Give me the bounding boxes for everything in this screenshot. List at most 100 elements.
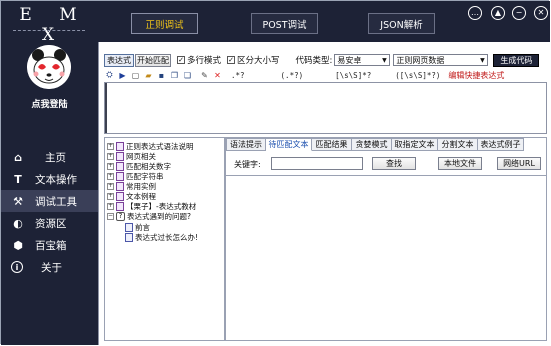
- avatar[interactable]: [27, 45, 71, 89]
- brand-logo: E M X: [19, 5, 88, 45]
- tab-syntax-hint[interactable]: 语法提示: [226, 138, 266, 151]
- expand-icon[interactable]: +: [107, 172, 114, 180]
- collapse-icon[interactable]: −: [107, 212, 114, 220]
- app-window: E M X 点我登陆 ⌂ 主页 T 文本操作 ⚒ 调试工具 ◐ 资源区 ⬢ 百宝…: [0, 0, 550, 345]
- keyword-input[interactable]: [271, 157, 363, 170]
- generate-code-button[interactable]: 生成代码: [493, 53, 540, 67]
- result-tabs: 语法提示 待匹配文本 匹配结果 贪婪模式 取指定文本 分割文本 表达式例子: [226, 138, 524, 151]
- tree-item[interactable]: + 【栗子】-表达式教材: [105, 201, 196, 211]
- sidebar-item-label: 百宝箱: [35, 239, 67, 252]
- local-file-button[interactable]: 本地文件: [438, 157, 482, 170]
- sidebar-item-toolbox[interactable]: ⬢ 百宝箱: [1, 234, 98, 256]
- quick-regex-1[interactable]: .*?: [231, 71, 245, 80]
- document-icon: [116, 141, 124, 151]
- tab-post-debug[interactable]: POST调试: [251, 13, 318, 34]
- sidebar-item-text[interactable]: T 文本操作: [1, 168, 98, 190]
- tab-json-parse[interactable]: JSON解析: [368, 13, 435, 34]
- delete-icon[interactable]: ✕: [212, 70, 223, 80]
- close-icon[interactable]: ✕: [534, 6, 548, 20]
- tab-greedy-mode[interactable]: 贪婪模式: [352, 138, 392, 151]
- multiline-label: 多行模式: [187, 56, 222, 66]
- sidebar-item-resources[interactable]: ◐ 资源区: [1, 212, 98, 234]
- save-icon[interactable]: ▪: [156, 70, 167, 80]
- expand-icon[interactable]: +: [107, 182, 114, 190]
- sidebar-item-about[interactable]: i 关于: [1, 256, 98, 278]
- brand-divider: [13, 30, 85, 31]
- settings-icon[interactable]: ⛭: [104, 70, 115, 80]
- info-icon: i: [11, 261, 23, 273]
- quick-regex-3[interactable]: [\s\S]*?: [335, 71, 371, 80]
- copy-icon[interactable]: ❐: [169, 70, 180, 80]
- run-icon[interactable]: ▶: [117, 70, 128, 80]
- tab-expression-examples[interactable]: 表达式例子: [478, 138, 524, 151]
- start-match-button[interactable]: 开始匹配: [135, 53, 171, 67]
- sidebar-item-label: 主页: [45, 151, 66, 164]
- minimize-icon[interactable]: −: [512, 6, 526, 20]
- tab-extract-text[interactable]: 取指定文本: [392, 138, 438, 151]
- case-sensitive-checkbox[interactable]: ✓ 区分大小写: [227, 54, 280, 66]
- tree-item[interactable]: + 常用实例: [105, 181, 156, 191]
- up-icon[interactable]: ▲: [491, 6, 505, 20]
- chat-icon[interactable]: …: [468, 6, 482, 20]
- tab-regex-debug[interactable]: 正则调试: [131, 13, 198, 34]
- sidebar: E M X 点我登陆 ⌂ 主页 T 文本操作 ⚒ 调试工具 ◐ 资源区 ⬢ 百宝…: [1, 1, 98, 345]
- code-type-label: 代码类型:: [295, 56, 333, 66]
- tree-item[interactable]: + 文本例程: [105, 191, 156, 201]
- clear-icon[interactable]: ✎: [199, 70, 210, 80]
- expand-icon[interactable]: +: [107, 202, 114, 210]
- expand-icon[interactable]: +: [107, 192, 114, 200]
- document-icon: [116, 191, 124, 201]
- expand-icon[interactable]: +: [107, 152, 114, 160]
- tab-match-result[interactable]: 匹配结果: [312, 138, 352, 151]
- sidebar-item-home[interactable]: ⌂ 主页: [1, 146, 98, 168]
- help-icon: ?: [116, 211, 125, 221]
- wrench-icon: ⚒: [13, 194, 23, 208]
- tab-split-text[interactable]: 分割文本: [438, 138, 478, 151]
- chevron-down-icon: ▼: [480, 56, 485, 64]
- tree-item[interactable]: + 匹配字符串: [105, 171, 164, 181]
- regex-editor[interactable]: [104, 82, 547, 134]
- document-icon: [116, 161, 124, 171]
- tree-item[interactable]: + 正则表达式语法说明: [105, 141, 194, 151]
- checkbox-check-icon: ✓: [177, 55, 185, 64]
- edit-shortcut-link[interactable]: 编辑快捷表达式: [448, 70, 504, 81]
- regex-source-select[interactable]: 正则网页数据 ▼: [393, 54, 489, 66]
- checkbox-check-icon: ✓: [227, 55, 236, 64]
- regex-source-value: 正则网页数据: [396, 55, 445, 65]
- find-button[interactable]: 查找: [372, 157, 416, 170]
- main-content: 表达式 开始匹配 ✓ 多行模式 ✓ 区分大小写 代码类型: 易安卓 ▼ 正则网页…: [98, 42, 550, 345]
- expression-button[interactable]: 表达式: [104, 53, 134, 67]
- top-bar: 正则调试 POST调试 JSON解析 … ▲ − ✕: [98, 1, 550, 42]
- expand-icon[interactable]: +: [107, 162, 114, 170]
- resource-icon: ◐: [13, 216, 23, 230]
- login-link[interactable]: 点我登陆: [1, 97, 98, 110]
- sidebar-item-label: 关于: [41, 261, 62, 274]
- chevron-down-icon: ▼: [382, 56, 387, 64]
- document-icon: [125, 232, 133, 242]
- tree-item[interactable]: + 匹配相关数字: [105, 161, 171, 171]
- web-url-button[interactable]: 网络URL: [497, 157, 541, 170]
- quick-regex-4[interactable]: ([\s\S]*?): [395, 71, 440, 80]
- new-file-icon[interactable]: ▢: [130, 70, 141, 80]
- code-type-select[interactable]: 易安卓 ▼: [334, 54, 391, 66]
- open-folder-icon[interactable]: ▰: [143, 70, 154, 80]
- tree-item[interactable]: 前言: [125, 222, 150, 232]
- text-icon: T: [14, 172, 22, 186]
- paste-icon[interactable]: ❏: [182, 70, 193, 80]
- document-icon: [116, 171, 124, 181]
- quick-regex-2[interactable]: (.*?): [281, 71, 304, 80]
- tree-item[interactable]: −? 表达式遇到的问题?: [105, 211, 191, 221]
- expand-icon[interactable]: +: [107, 142, 114, 150]
- example-tree[interactable]: + 正则表达式语法说明 + 网页相关 + 匹配相关数字 + 匹配字符串 + 常用实例 + 文…: [104, 137, 225, 341]
- tree-item[interactable]: 表达式过长怎么办!: [125, 232, 198, 242]
- tree-item[interactable]: + 网页相关: [105, 151, 156, 161]
- document-icon: [116, 151, 124, 161]
- text-to-match-area[interactable]: [226, 177, 546, 340]
- tree-item-label: 表达式遇到的问题?: [127, 211, 191, 221]
- tab-text-to-match[interactable]: 待匹配文本: [266, 138, 312, 151]
- multiline-checkbox[interactable]: ✓ 多行模式: [177, 54, 221, 66]
- keyword-label: 关键字:: [234, 160, 261, 169]
- home-icon: ⌂: [14, 150, 22, 164]
- sidebar-nav: ⌂ 主页 T 文本操作 ⚒ 调试工具 ◐ 资源区 ⬢ 百宝箱 i 关于: [1, 146, 98, 278]
- sidebar-item-debug[interactable]: ⚒ 调试工具: [1, 190, 98, 212]
